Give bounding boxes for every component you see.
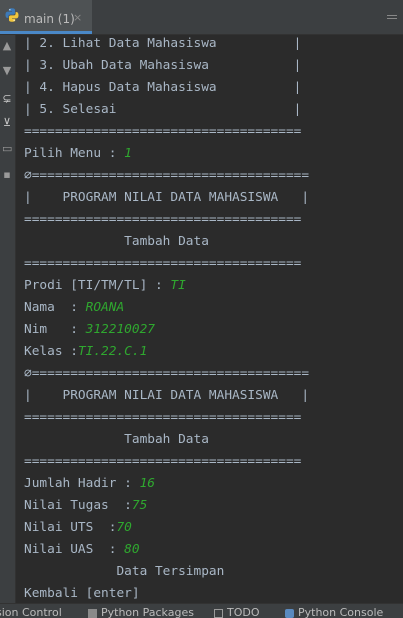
nim-label: Nim : bbox=[24, 322, 86, 337]
python-console-tab[interactable]: Python Console bbox=[285, 607, 383, 618]
todo-tab[interactable]: TODO bbox=[214, 607, 260, 618]
python-file-icon bbox=[5, 8, 19, 22]
kelas-input: TI.22.C.1 bbox=[77, 344, 148, 359]
python-packages-label: Python Packages bbox=[101, 606, 194, 618]
nama-input: ROANA bbox=[85, 300, 125, 315]
console-line: | 3. Ubah Data Mahasiswa | bbox=[24, 58, 302, 73]
python-packages-tab[interactable]: Python Packages bbox=[88, 607, 194, 618]
separator-line: ==================================== bbox=[24, 410, 302, 425]
tugas-label: Nilai Tugas : bbox=[24, 498, 132, 513]
tab-main-label: main (1) bbox=[24, 12, 75, 26]
menu-prompt: Pilih Menu : 1 bbox=[24, 143, 132, 165]
run-tool-gutter: ▲ ▼ ⊊ ⊻ ▭ ▪ bbox=[0, 35, 16, 603]
prodi-label: Prodi [TI/TM/TL] : bbox=[24, 278, 171, 293]
python-console-label: Python Console bbox=[298, 606, 384, 618]
up-arrow-icon[interactable]: ▲ bbox=[2, 40, 12, 52]
nama-line: Nama : ROANA bbox=[24, 297, 124, 319]
separator-line: ==================================== bbox=[24, 212, 302, 227]
scroll-end-icon[interactable]: ⊻ bbox=[2, 117, 12, 129]
uts-line: Nilai UTS :70 bbox=[24, 517, 132, 539]
prodi-input: TI bbox=[170, 278, 186, 293]
tambah-data-heading: Tambah Data bbox=[24, 432, 209, 447]
prodi-line: Prodi [TI/TM/TL] : TI bbox=[24, 275, 186, 297]
run-console-output[interactable]: | 2. Lihat Data Mahasiswa | | 3. Ubah Da… bbox=[16, 35, 403, 603]
menu-prompt-label: Pilih Menu : bbox=[24, 146, 125, 161]
hadir-label: Jumlah Hadir : bbox=[24, 476, 140, 491]
nama-label: Nama : bbox=[24, 300, 86, 315]
wrap-icon[interactable]: ⊊ bbox=[2, 93, 12, 105]
editor-tab-bar: main (1) × bbox=[0, 0, 403, 35]
version-control-tab[interactable]: sion Control bbox=[0, 607, 62, 618]
print-icon[interactable]: ▭ bbox=[2, 143, 12, 155]
console-line: | 2. Lihat Data Mahasiswa | bbox=[24, 36, 302, 51]
console-line: | 4. Hapus Data Mahasiswa | bbox=[24, 80, 302, 95]
tambah-data-heading: Tambah Data bbox=[24, 234, 209, 249]
console-line: | 5. Selesai | bbox=[24, 102, 302, 117]
hadir-input: 16 bbox=[139, 476, 155, 491]
todo-label: TODO bbox=[227, 606, 260, 618]
kembali-prompt: Kembali [enter] bbox=[24, 586, 140, 601]
separator-line: ∅==================================== bbox=[24, 168, 310, 183]
tugas-input: 75 bbox=[131, 498, 148, 513]
tugas-line: Nilai Tugas :75 bbox=[24, 495, 147, 517]
program-header-title: | PROGRAM NILAI DATA MAHASISWA | bbox=[24, 388, 310, 403]
program-header-title: | PROGRAM NILAI DATA MAHASISWA | bbox=[24, 190, 310, 205]
down-arrow-icon[interactable]: ▼ bbox=[2, 65, 12, 77]
separator-line: ==================================== bbox=[24, 454, 302, 469]
tab-main[interactable]: main (1) × bbox=[0, 0, 92, 34]
uts-input: 70 bbox=[116, 520, 132, 535]
close-icon[interactable]: × bbox=[73, 11, 82, 24]
python-console-icon bbox=[285, 608, 294, 618]
menu-choice-input: 1 bbox=[124, 146, 132, 161]
separator-line: ==================================== bbox=[24, 256, 302, 271]
separator-line: ∅==================================== bbox=[24, 366, 310, 381]
trash-icon[interactable]: ▪ bbox=[2, 169, 12, 181]
tool-window-bar: sion Control Python Packages TODO Python… bbox=[0, 603, 403, 618]
hadir-line: Jumlah Hadir : 16 bbox=[24, 473, 155, 495]
kelas-label: Kelas : bbox=[24, 344, 78, 359]
more-icon[interactable] bbox=[387, 0, 397, 34]
uas-line: Nilai UAS : 80 bbox=[24, 539, 140, 561]
packages-icon bbox=[88, 608, 97, 618]
nim-input: 312210027 bbox=[85, 322, 155, 337]
uas-input: 80 bbox=[124, 542, 140, 557]
nim-line: Nim : 312210027 bbox=[24, 319, 155, 341]
uts-label: Nilai UTS : bbox=[24, 520, 117, 535]
separator-line: ==================================== bbox=[24, 124, 302, 139]
todo-icon bbox=[214, 608, 223, 618]
uas-label: Nilai UAS : bbox=[24, 542, 125, 557]
kelas-line: Kelas :TI.22.C.1 bbox=[24, 341, 147, 363]
data-tersimpan-message: Data Tersimpan bbox=[24, 564, 225, 579]
